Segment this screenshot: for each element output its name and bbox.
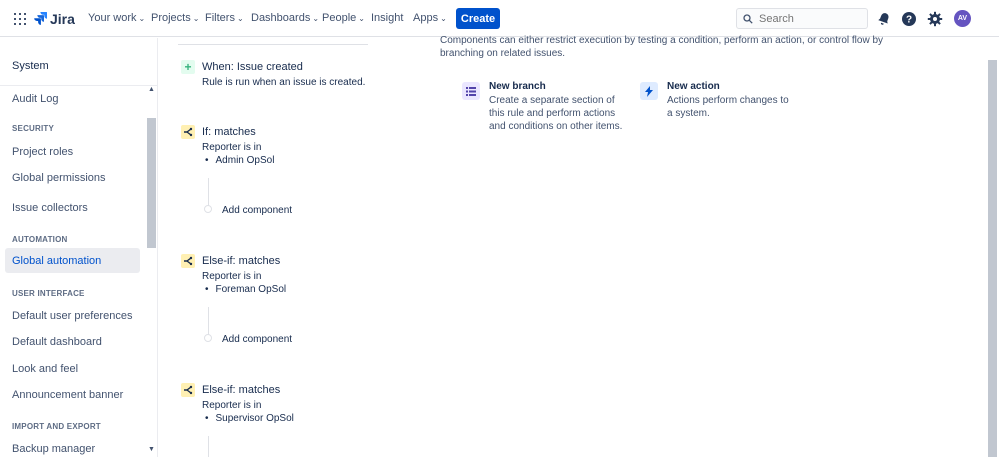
condition-value: Supervisor OpSol	[205, 413, 294, 424]
section-heading-automation: AUTOMATION	[12, 235, 68, 244]
connector-line	[208, 436, 209, 457]
scroll-up-arrow-icon[interactable]: ▲	[148, 86, 155, 93]
svg-text:?: ?	[906, 15, 912, 26]
divider	[178, 44, 368, 45]
sidebar-item-announcement-banner[interactable]: Announcement banner	[12, 389, 123, 401]
top-navigation-bar: Jira Your work ⌄ Projects ⌄ Filters ⌄ Dashb…	[0, 0, 999, 37]
trigger-description: Rule is run when an issue is created.	[202, 77, 366, 88]
branch-condition-icon	[181, 383, 195, 397]
notifications-icon[interactable]	[876, 11, 892, 27]
trigger-title[interactable]: When: Issue created	[202, 61, 303, 73]
sidebar-item-look-and-feel[interactable]: Look and feel	[12, 363, 78, 375]
chevron-down-icon: ⌄	[440, 14, 447, 23]
nav-apps[interactable]: Apps ⌄	[413, 12, 447, 24]
chevron-down-icon: ⌄	[192, 14, 200, 23]
condition-value: Admin OpSol	[205, 155, 275, 166]
new-branch-card[interactable]: New branch Create a separate section of …	[462, 81, 632, 133]
nav-label: Projects	[151, 12, 191, 24]
nav-dashboards[interactable]: Dashboards ⌄	[251, 12, 319, 24]
condition-description: Reporter is in	[202, 400, 262, 411]
section-heading-security: SECURITY	[12, 124, 55, 133]
sidebar-item-backup-manager[interactable]: Backup manager	[12, 443, 95, 455]
nav-filters[interactable]: Filters ⌄	[205, 12, 244, 24]
admin-sidebar: System Audit Log SECURITY Project roles …	[0, 38, 158, 457]
divider	[0, 85, 157, 86]
sidebar-item-issue-collectors[interactable]: Issue collectors	[12, 202, 88, 214]
help-icon[interactable]: ?	[901, 11, 917, 27]
branch-condition-icon	[181, 254, 195, 268]
branch-condition-icon	[181, 125, 195, 139]
scroll-down-arrow-icon[interactable]: ▼	[148, 446, 155, 453]
add-component-dot-icon	[204, 334, 212, 342]
sidebar-item-default-dashboard[interactable]: Default dashboard	[12, 336, 102, 348]
jira-icon	[34, 12, 47, 25]
section-heading-user-interface: USER INTERFACE	[12, 289, 85, 298]
create-button[interactable]: Create	[456, 8, 500, 29]
chevron-down-icon: ⌄	[236, 14, 244, 23]
sidebar-item-global-automation[interactable]: Global automation	[5, 248, 140, 273]
search-box[interactable]	[736, 8, 868, 29]
connector-line	[208, 307, 209, 337]
nav-label: Your work	[88, 12, 137, 24]
nav-label: Apps	[413, 12, 439, 24]
nav-your-work[interactable]: Your work ⌄	[88, 12, 145, 24]
new-action-card[interactable]: New action Actions perform changes to a …	[640, 81, 810, 120]
nav-projects[interactable]: Projects ⌄	[151, 12, 199, 24]
brand-name: Jira	[50, 11, 75, 27]
nav-label: Insight	[371, 12, 404, 24]
nav-label: Dashboards	[251, 12, 311, 24]
sidebar-item-global-permissions[interactable]: Global permissions	[12, 172, 106, 184]
intro-text: Components can either restrict execution…	[440, 35, 884, 59]
user-avatar[interactable]: AV	[954, 10, 971, 27]
sidebar-item-default-user-preferences[interactable]: Default user preferences	[12, 310, 132, 322]
jira-logo[interactable]: Jira	[34, 11, 75, 27]
sidebar-title: System	[12, 60, 49, 72]
page-scrollbar-thumb[interactable]	[988, 60, 997, 457]
condition-title[interactable]: Else-if: matches	[202, 384, 280, 396]
card-description: Create a separate section of this rule a…	[489, 95, 623, 132]
settings-gear-icon[interactable]	[927, 11, 943, 27]
sidebar-scrollbar-thumb[interactable]	[147, 118, 156, 248]
sidebar-item-audit-log[interactable]: Audit Log	[12, 93, 58, 105]
connector-line	[208, 178, 209, 208]
condition-description: Reporter is in	[202, 142, 262, 153]
chevron-down-icon: ⌄	[312, 14, 320, 23]
condition-value: Foreman OpSol	[205, 284, 287, 295]
nav-label: Filters	[205, 12, 235, 24]
chevron-down-icon: ⌄	[358, 14, 365, 23]
add-component-dot-icon	[204, 205, 212, 213]
search-icon	[743, 13, 753, 24]
sidebar-item-project-roles[interactable]: Project roles	[12, 146, 73, 158]
card-description: Actions perform changes to a system.	[667, 95, 789, 119]
rule-flow-panel: + When: Issue created Rule is run when a…	[175, 38, 375, 457]
section-heading-import-export: IMPORT AND EXPORT	[12, 422, 101, 431]
add-component-link[interactable]: Add component	[222, 205, 292, 216]
chevron-down-icon: ⌄	[138, 14, 146, 23]
list-icon	[462, 82, 480, 100]
condition-title[interactable]: If: matches	[202, 126, 256, 138]
card-title: New action	[667, 81, 720, 92]
nav-label: People	[322, 12, 357, 24]
app-switcher-icon[interactable]	[14, 13, 26, 25]
search-input[interactable]	[759, 12, 859, 25]
add-component-link[interactable]: Add component	[222, 334, 292, 345]
card-title: New branch	[489, 81, 546, 92]
lightning-icon	[640, 82, 658, 100]
condition-description: Reporter is in	[202, 271, 262, 282]
condition-title[interactable]: Else-if: matches	[202, 255, 280, 267]
nav-people[interactable]: People ⌄	[322, 12, 365, 24]
plus-trigger-icon: +	[181, 60, 195, 74]
nav-insight[interactable]: Insight	[371, 12, 403, 24]
